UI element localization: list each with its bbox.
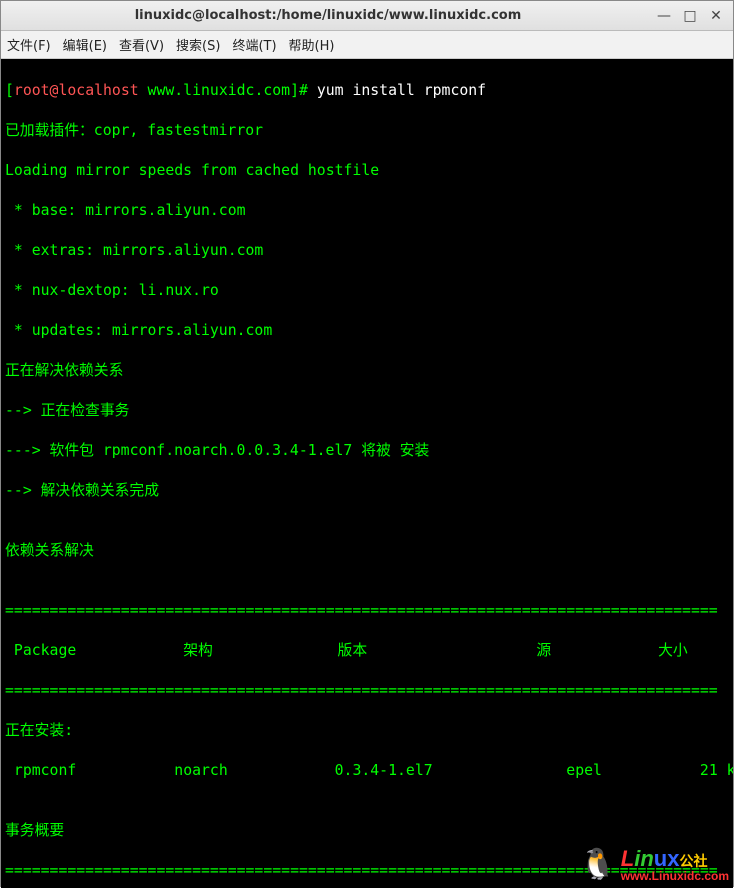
terminal-output[interactable]: [root@localhost www.linuxidc.com]# yum i… <box>1 59 733 888</box>
output-line: * extras: mirrors.aliyun.com <box>5 241 729 261</box>
output-line: Loading mirror speeds from cached hostfi… <box>5 161 729 181</box>
menu-edit[interactable]: 编辑(E) <box>63 35 107 54</box>
menu-bar: 文件(F) 编辑(E) 查看(V) 搜索(S) 终端(T) 帮助(H) <box>1 31 733 59</box>
table-header: Package 架构 版本 源 大小 <box>5 641 729 661</box>
output-line: 依赖关系解决 <box>5 541 729 561</box>
window-controls: — □ ✕ <box>655 7 733 25</box>
close-button[interactable]: ✕ <box>707 7 725 25</box>
output-line: --> 正在检查事务 <box>5 401 729 421</box>
window-titlebar: linuxidc@localhost:/home/linuxidc/www.li… <box>1 1 733 31</box>
menu-help[interactable]: 帮助(H) <box>289 35 335 54</box>
menu-search[interactable]: 搜索(S) <box>176 35 220 54</box>
output-line: 已加载插件：copr, fastestmirror <box>5 121 729 141</box>
watermark-url: www.Linuxidc.com <box>621 870 729 882</box>
output-line: * base: mirrors.aliyun.com <box>5 201 729 221</box>
table-row: rpmconf noarch 0.3.4-1.el7 epel 21 k <box>5 761 729 781</box>
watermark-logo: 🐧 Linux公社 www.Linuxidc.com <box>579 848 729 882</box>
output-line: ---> 软件包 rpmconf.noarch.0.0.3.4-1.el7 将被… <box>5 441 729 461</box>
menu-terminal[interactable]: 终端(T) <box>232 35 276 54</box>
prompt-line: [root@localhost www.linuxidc.com]# yum i… <box>5 81 729 101</box>
separator-line: ========================================… <box>5 681 729 701</box>
menu-view[interactable]: 查看(V) <box>119 35 164 54</box>
output-line: * updates: mirrors.aliyun.com <box>5 321 729 341</box>
window-title: linuxidc@localhost:/home/linuxidc/www.li… <box>1 8 655 23</box>
output-line: * nux-dextop: li.nux.ro <box>5 281 729 301</box>
penguin-icon: 🐧 <box>579 855 616 875</box>
menu-file[interactable]: 文件(F) <box>7 35 51 54</box>
separator-line: ========================================… <box>5 601 729 621</box>
output-line: 事务概要 <box>5 821 729 841</box>
output-line: --> 解决依赖关系完成 <box>5 481 729 501</box>
minimize-button[interactable]: — <box>655 7 673 25</box>
watermark-text: Linux公社 <box>621 848 729 870</box>
maximize-button[interactable]: □ <box>681 7 699 25</box>
output-line: 正在安装: <box>5 721 729 741</box>
output-line: 正在解决依赖关系 <box>5 361 729 381</box>
